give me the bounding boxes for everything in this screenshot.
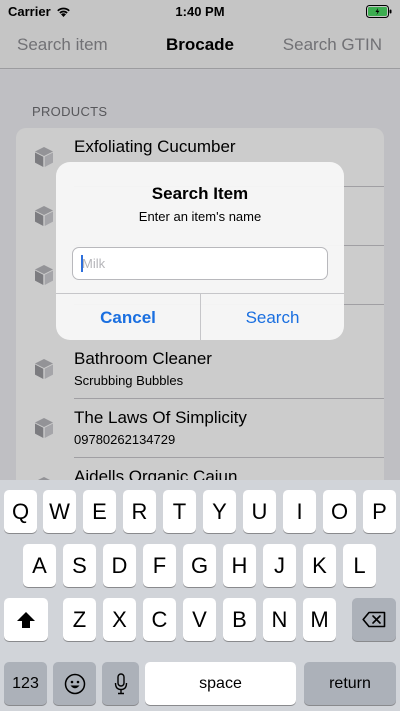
key-c[interactable]: C [143,598,176,641]
numbers-key[interactable]: 123 [4,662,47,705]
space-key[interactable]: space [145,662,296,705]
space-key-label: space [199,674,242,692]
key-s[interactable]: S [63,544,96,587]
delete-key[interactable] [352,598,396,641]
item-name-input[interactable] [72,247,328,280]
key-t[interactable]: T [163,490,196,533]
key-a[interactable]: A [23,544,56,587]
key-b[interactable]: B [223,598,256,641]
key-g[interactable]: G [183,544,216,587]
key-x[interactable]: X [103,598,136,641]
key-f[interactable]: F [143,544,176,587]
emoji-key[interactable] [53,662,96,705]
keyboard: Q W E R T Y U I O P A S D F G H J K L Z … [0,480,400,711]
key-j[interactable]: J [263,544,296,587]
key-v[interactable]: V [183,598,216,641]
shift-key[interactable] [4,598,48,641]
key-z[interactable]: Z [63,598,96,641]
key-w[interactable]: W [43,490,76,533]
return-key-label: return [329,674,371,692]
key-d[interactable]: D [103,544,136,587]
shift-icon [17,611,35,628]
numbers-key-label: 123 [12,674,39,692]
cancel-button[interactable]: Cancel [56,294,200,340]
key-r[interactable]: R [123,490,156,533]
emoji-icon [64,673,85,694]
microphone-icon [114,672,127,694]
key-u[interactable]: U [243,490,276,533]
alert-title: Search Item [151,184,249,203]
key-e[interactable]: E [83,490,116,533]
delete-icon [362,611,386,628]
key-i[interactable]: I [283,490,316,533]
key-m[interactable]: M [303,598,336,641]
key-n[interactable]: N [263,598,296,641]
search-button[interactable]: Search [200,294,344,340]
key-k[interactable]: K [303,544,336,587]
key-p[interactable]: P [363,490,396,533]
dictation-key[interactable] [102,662,139,705]
key-o[interactable]: O [323,490,356,533]
key-q[interactable]: Q [4,490,37,533]
key-y[interactable]: Y [203,490,236,533]
alert-actions: Cancel Search [56,293,344,340]
key-l[interactable]: L [343,544,376,587]
alert-message: Enter an item's name [138,209,262,224]
key-h[interactable]: H [223,544,256,587]
search-item-alert: Search Item Enter an item's name Cancel … [56,162,344,340]
return-key[interactable]: return [304,662,396,705]
text-cursor [81,255,83,272]
